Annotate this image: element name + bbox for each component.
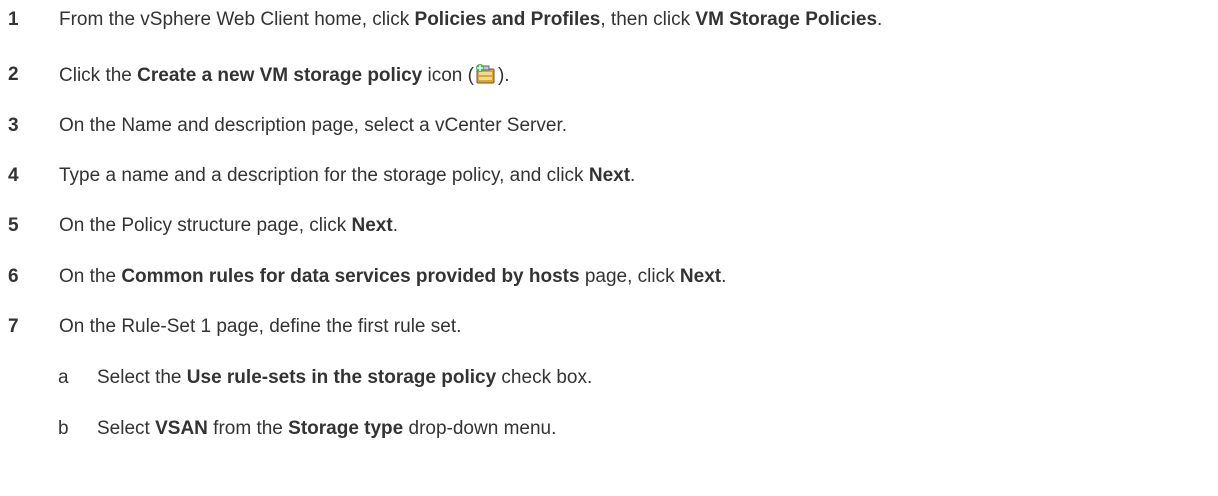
step-text-fragment: On the Rule-Set 1 page, define the first… <box>59 316 462 337</box>
step-text-fragment: Click the <box>59 65 138 86</box>
substep-text: Select the Use rule-sets in the storage … <box>97 367 592 389</box>
step-number: 4 <box>8 165 19 186</box>
step-text: Type a name and a description for the st… <box>59 165 635 187</box>
step-text-fragment: icon ( <box>422 65 474 86</box>
step-number: 6 <box>8 266 19 287</box>
ui-term: Storage type <box>288 418 404 439</box>
ui-term: Next <box>679 266 722 287</box>
substep-letter: b <box>58 418 69 439</box>
step-text: On the Policy structure page, click Next… <box>59 215 398 237</box>
step-text-fragment: . <box>721 266 727 287</box>
step-text: On the Rule-Set 1 page, define the first… <box>59 316 461 338</box>
step-text-fragment: On the <box>59 266 122 287</box>
step-text-fragment: . <box>877 9 883 30</box>
ui-term: Common rules for data services provided … <box>121 266 580 287</box>
step-text-fragment: On the Name and description page, select… <box>59 115 567 136</box>
step-text-fragment: On the Policy structure page, click <box>59 215 352 236</box>
step-text-fragment: Type a name and a description for the st… <box>59 165 589 186</box>
step-number: 3 <box>8 115 19 136</box>
step-text-fragment: . <box>392 215 398 236</box>
step-text-fragment: . <box>630 165 636 186</box>
ui-term: VM Storage Policies <box>695 9 878 30</box>
step-text: Click the Create a new VM storage policy… <box>59 63 510 87</box>
step-text-fragment: Select the <box>97 367 187 388</box>
step-text-fragment: , then click <box>600 9 696 30</box>
ui-term: Use rule-sets in the storage policy <box>186 367 497 388</box>
ui-term: Next <box>351 215 393 236</box>
step-text-fragment: Select <box>97 418 156 439</box>
substep-letter: a <box>58 367 69 388</box>
step-number: 1 <box>8 9 19 30</box>
create-storage-policy-icon <box>475 63 497 85</box>
step-text: From the vSphere Web Client home, click … <box>59 9 882 31</box>
step-number: 7 <box>8 316 19 337</box>
step-number: 5 <box>8 215 19 236</box>
ui-term: VSAN <box>155 418 208 439</box>
step-text-fragment: check box. <box>496 367 593 388</box>
step-text-fragment: From the vSphere Web Client home, click <box>59 9 415 30</box>
step-text-fragment: ). <box>497 65 510 86</box>
step-text-fragment: from the <box>207 418 289 439</box>
step-number: 2 <box>8 64 19 85</box>
step-text-fragment: drop-down menu. <box>403 418 557 439</box>
step-text: On the Common rules for data services pr… <box>59 266 726 288</box>
step-text: On the Name and description page, select… <box>59 115 567 137</box>
step-text-fragment: page, click <box>579 266 680 287</box>
ui-term: Next <box>588 165 631 186</box>
ui-term: Policies and Profiles <box>414 9 601 30</box>
substep-text: Select VSAN from the Storage type drop-d… <box>97 418 556 440</box>
ui-term: Create a new VM storage policy <box>137 65 423 86</box>
